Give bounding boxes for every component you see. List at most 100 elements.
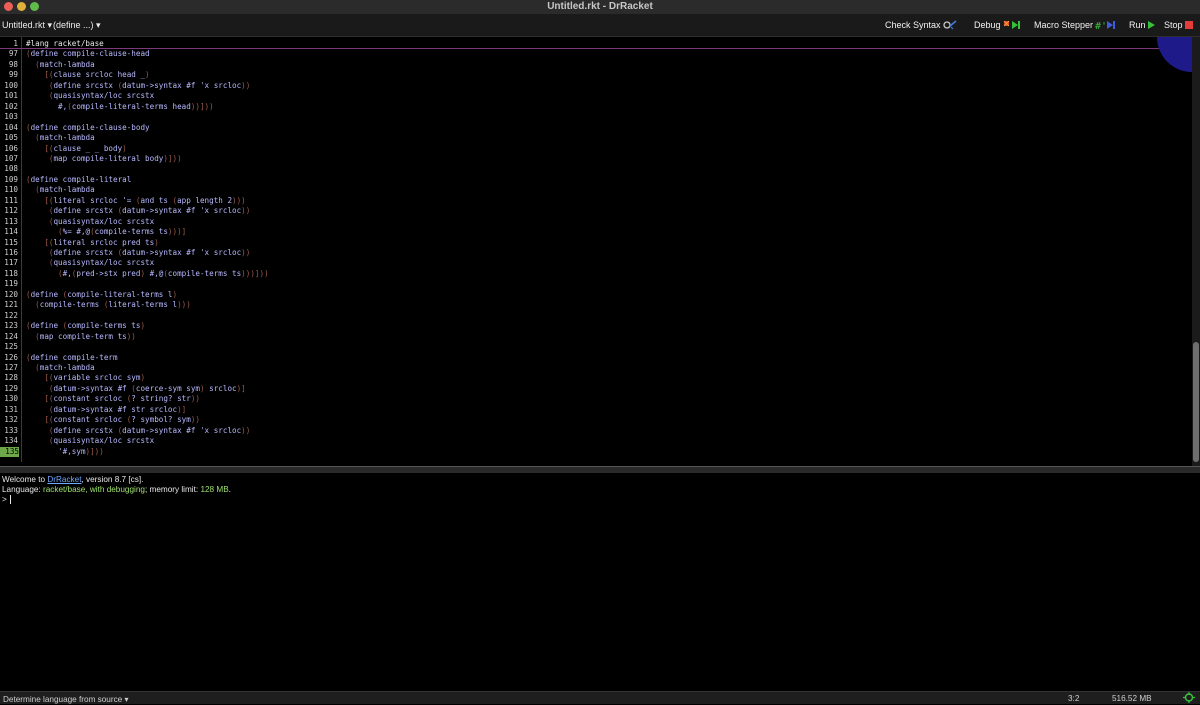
text-cursor [9, 495, 11, 505]
line-number: 131 [4, 404, 18, 414]
scrollbar-thumb[interactable] [1193, 342, 1199, 462]
repl-prompt: > [2, 495, 7, 504]
line-number: 103 [4, 112, 18, 122]
line-number: 132 [4, 415, 18, 425]
line-number: 1 [13, 39, 18, 48]
code-line: (define (compile-literal-terms l) [26, 289, 178, 299]
toolbar: Untitled.rkt ▾ (define ...) ▾ Check Synt… [0, 14, 1200, 37]
file-menu[interactable]: Untitled.rkt ▾ [2, 20, 52, 31]
drracket-link[interactable]: DrRacket [47, 475, 81, 484]
welcome-suffix: , version 8.7 [cs]. [81, 475, 144, 484]
code-line: (quasisyntax/loc srcstx [48, 436, 155, 446]
code-line: (compile-terms (literal-terms l))) [35, 300, 191, 310]
define-menu[interactable]: (define ...) ▾ [53, 20, 101, 31]
code-line: (quasisyntax/loc srcstx [48, 91, 155, 101]
code-line: (define srcstx (datum->syntax #f 'x srcl… [48, 248, 251, 257]
define-menu-label: (define ...) [53, 20, 94, 30]
line-number: 113 [4, 216, 18, 226]
file-menu-label: Untitled.rkt [2, 20, 46, 30]
check-syntax-button[interactable]: Check Syntax [885, 20, 957, 30]
chevron-down-icon: ▾ [45, 20, 53, 30]
stop-button[interactable]: Stop [1164, 20, 1193, 30]
memory-usage[interactable]: 516.52 MB [1112, 694, 1152, 703]
line-number: 107 [4, 153, 18, 163]
corner-decoration-icon [1157, 37, 1192, 72]
lang-line-separator [0, 48, 1192, 49]
interactions-pane[interactable]: Welcome to DrRacket, version 8.7 [cs]. L… [0, 473, 1200, 691]
debug-label: Debug [974, 20, 1001, 30]
line-number: 116 [4, 248, 18, 257]
line-number: 99 [8, 70, 18, 80]
recycle-icon[interactable] [1182, 692, 1196, 705]
line-number: 97 [8, 49, 18, 59]
line-number: 123 [4, 321, 18, 331]
title-bar: Untitled.rkt - DrRacket [0, 0, 1200, 14]
code-line: (define srcstx (datum->syntax #f 'x srcl… [48, 206, 251, 216]
line-number: 98 [8, 59, 18, 69]
language-label: Language: [2, 485, 43, 494]
line-number: 134 [4, 436, 18, 446]
line-number: 100 [4, 80, 18, 90]
memory-label: ; memory limit: [144, 485, 201, 494]
code-line: (define compile-literal [26, 174, 132, 184]
play-icon [1147, 21, 1155, 29]
code-line: (match-lambda [35, 185, 95, 195]
line-number: 115 [4, 237, 18, 247]
run-button[interactable]: Run [1129, 20, 1155, 30]
line-number: 106 [4, 143, 18, 153]
editor-scrollbar[interactable] [1192, 37, 1200, 467]
line-number: 109 [4, 174, 18, 184]
line-number: 119 [4, 279, 18, 289]
definitions-editor[interactable]: 1 #lang racket/base 97 (define compile-clau… [0, 37, 1192, 462]
debug-button[interactable]: Debug [974, 20, 1021, 30]
line-number: 111 [4, 195, 18, 205]
code-line: #lang racket/base [26, 39, 104, 48]
code-line: (match-lambda [35, 133, 95, 143]
line-number: 104 [4, 122, 18, 132]
window-title: Untitled.rkt - DrRacket [547, 1, 653, 12]
code-line: [(variable srcloc sym) [44, 373, 146, 383]
line-number: 127 [4, 362, 18, 372]
line-number: 105 [4, 133, 18, 143]
code-line: '#,sym)])) [58, 446, 104, 456]
code-line: [(constant srcloc (? symbol? sym)) [44, 415, 200, 425]
memory-suffix: . [228, 485, 231, 494]
run-label: Run [1129, 20, 1146, 30]
line-number: 130 [4, 394, 18, 404]
line-number: 120 [4, 289, 18, 299]
macro-stepper-button[interactable]: Macro Stepper #' [1034, 20, 1117, 30]
chevron-down-icon: ▾ [93, 20, 101, 30]
code-line: (map compile-literal body)])) [48, 153, 182, 163]
bug-step-icon [1003, 20, 1020, 29]
code-line: [(clause _ _ body) [44, 143, 127, 153]
line-number: 114 [4, 227, 18, 237]
stop-icon [1184, 21, 1193, 29]
macro-stepper-icon: #' [1095, 21, 1116, 30]
line-number: 117 [4, 258, 18, 268]
code-line: [(clause srcloc head _) [44, 70, 150, 80]
language-line: Language: racket/base, with debugging; m… [2, 485, 231, 494]
svg-text:#': #' [1095, 21, 1107, 30]
repl-prompt-line[interactable]: > [2, 495, 11, 505]
stop-label: Stop [1164, 20, 1183, 30]
code-line: (define compile-clause-body [26, 122, 150, 132]
line-number: 102 [4, 101, 18, 111]
welcome-prefix: Welcome to [2, 475, 48, 484]
line-number: 124 [4, 331, 18, 341]
code-line: (define srcstx (datum->syntax #f 'x srcl… [48, 80, 251, 90]
code-line: (#,(pred->stx pred) #,@(compile-terms ts… [58, 268, 269, 278]
code-line: (datum->syntax #f str srcloc)] [48, 404, 187, 414]
code-line: (define srcstx (datum->syntax #f 'x srcl… [48, 425, 251, 435]
line-number: 125 [4, 342, 18, 352]
line-number: 133 [4, 425, 18, 435]
code-line: (datum->syntax #f (coerce-sym sym) srclo… [48, 383, 246, 393]
check-syntax-label: Check Syntax [885, 20, 941, 30]
code-line: (quasisyntax/loc srcstx [48, 258, 155, 268]
code-line: (map compile-term ts)) [35, 331, 136, 341]
line-number: 118 [4, 268, 18, 278]
line-number: 128 [4, 373, 18, 383]
macro-stepper-label: Macro Stepper [1034, 20, 1094, 30]
line-number: 121 [4, 300, 18, 310]
code-line: [(literal srcloc pred ts) [44, 237, 159, 247]
code-line: (%= #,@(compile-terms ts)))] [58, 227, 187, 237]
